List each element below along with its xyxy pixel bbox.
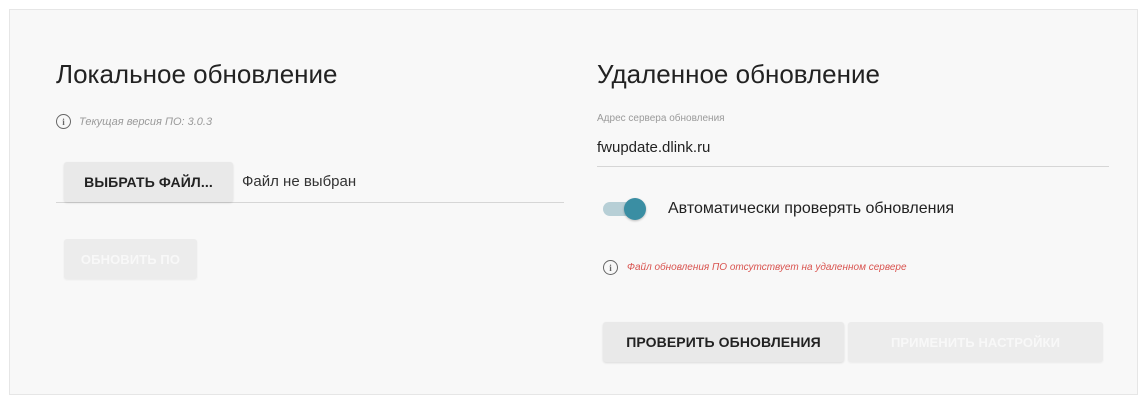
check-updates-button[interactable]: ПРОВЕРИТЬ ОБНОВЛЕНИЯ [603, 322, 844, 362]
choose-file-button[interactable]: ВЫБРАТЬ ФАЙЛ... [64, 162, 233, 202]
remote-update-title: Удаленное обновление [597, 59, 880, 89]
file-chooser: ВЫБРАТЬ ФАЙЛ... Файл не выбран [56, 161, 564, 203]
current-version-info: i Текущая версия ПО: 3.0.3 [56, 114, 212, 129]
apply-settings-button[interactable]: ПРИМЕНИТЬ НАСТРОЙКИ [848, 322, 1103, 362]
auto-check-toggle[interactable] [603, 198, 647, 220]
warning-text: Файл обновления ПО отсутствует на удален… [627, 262, 907, 273]
info-icon: i [603, 260, 618, 275]
auto-check-label: Автоматически проверять обновления [668, 200, 955, 217]
remote-update-section: Удаленное обновление Адрес сервера обнов… [597, 10, 1109, 394]
server-address-label: Адрес сервера обновления [597, 113, 725, 124]
info-icon: i [56, 114, 71, 129]
update-warning: i Файл обновления ПО отсутствует на удал… [603, 260, 907, 275]
local-update-section: Локальное обновление i Текущая версия ПО… [56, 10, 564, 394]
local-update-title: Локальное обновление [56, 59, 338, 89]
file-status-text: Файл не выбран [242, 173, 357, 190]
toggle-knob [624, 198, 646, 220]
update-firmware-button[interactable]: ОБНОВИТЬ ПО [64, 239, 197, 279]
firmware-update-card: Локальное обновление i Текущая версия ПО… [9, 9, 1138, 395]
current-version-text: Текущая версия ПО: 3.0.3 [79, 115, 213, 128]
auto-check-row: Автоматически проверять обновления [597, 198, 954, 220]
server-address-input[interactable] [597, 128, 1109, 167]
